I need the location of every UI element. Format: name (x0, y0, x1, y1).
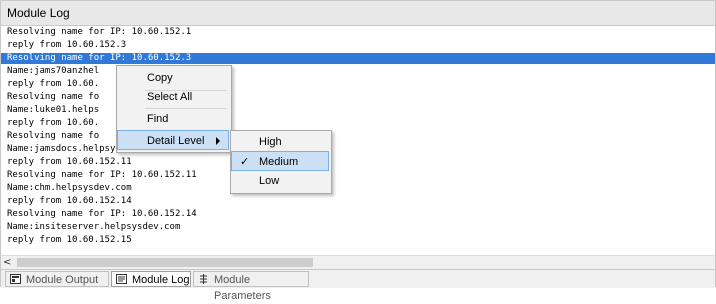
scroll-left-arrow-icon[interactable]: < (3, 256, 11, 269)
tab-module-log[interactable]: Module Log (111, 271, 191, 287)
log-line[interactable]: Name:jams70anzhel (1, 66, 715, 77)
log-line[interactable]: reply from 10.60.152.11 (1, 157, 715, 168)
menu-item-label: Low (259, 175, 280, 187)
menu-item-label: Select All (147, 91, 193, 103)
log-line[interactable]: Resolving name for IP: 10.60.152.14 (1, 209, 715, 220)
log-line[interactable]: reply from 10.60.152.3 (1, 40, 715, 51)
log-line[interactable]: Resolving name for IP: 10.60.152.1 (1, 27, 715, 38)
log-line[interactable]: Name:jamsdocs.helpsysdev.com (1, 144, 715, 155)
tab-strip: Module Output Module Log Module Paramete… (1, 269, 715, 302)
tab-label: Module Parameters (214, 274, 271, 302)
log-line[interactable]: Resolving name for IP: 10.60.152.3 (1, 53, 715, 64)
module-log-panel: Module Log Resolving name for IP: 10.60.… (0, 0, 716, 302)
submenu-arrow-icon (216, 137, 220, 145)
log-line[interactable]: reply from 10.60.152.15 (1, 235, 715, 246)
log-line[interactable]: Name:luke01.helps (1, 105, 715, 116)
tab-label: Module Output (26, 274, 99, 286)
log-area[interactable]: Resolving name for IP: 10.60.152.1 reply … (1, 26, 715, 256)
log-line[interactable]: Name:chm.helpsysdev.com (1, 183, 715, 194)
log-line[interactable]: reply from 10.60.152.14 (1, 196, 715, 207)
menu-item-label: Detail Level (147, 135, 205, 147)
log-line[interactable]: Resolving name for IP: 10.60.152.11 (1, 170, 715, 181)
log-line[interactable]: Name:insiteserver.helpsysdev.com (1, 222, 715, 233)
log-line[interactable]: reply from 10.60. (1, 79, 715, 90)
scrollbar-thumb[interactable] (17, 258, 313, 267)
menu-item-label: Find (147, 113, 169, 125)
panel-title: Module Log (7, 6, 70, 20)
panel-title-bar: Module Log (1, 1, 715, 26)
menu-item-copy[interactable]: Copy (117, 68, 231, 88)
submenu-item-medium[interactable]: ✓ Medium (231, 151, 329, 171)
menu-item-detail-level[interactable]: Detail Level (117, 130, 229, 150)
log-line[interactable]: Resolving name fo (1, 92, 715, 103)
module-parameters-icon (200, 274, 207, 284)
menu-item-find[interactable]: Find (117, 109, 231, 129)
log-line[interactable]: Resolving name fo (1, 131, 715, 142)
check-icon: ✓ (240, 156, 250, 168)
submenu-item-high[interactable]: High (231, 132, 331, 152)
tab-module-parameters[interactable]: Module Parameters (193, 271, 309, 302)
tab-label: Module Log (132, 274, 190, 286)
menu-item-label: Medium (259, 156, 299, 168)
submenu-item-low[interactable]: Low (231, 171, 331, 191)
menu-item-label: Copy (147, 72, 173, 84)
tab-module-output[interactable]: Module Output (5, 271, 109, 287)
menu-item-select-all[interactable]: Select All (117, 87, 231, 107)
menu-item-label: High (259, 136, 282, 148)
context-menu: Copy Select All Find Detail Level (116, 65, 232, 153)
module-log-icon (116, 274, 127, 284)
module-output-icon (10, 274, 21, 284)
detail-level-submenu: High ✓ Medium Low (230, 130, 332, 194)
log-line[interactable]: reply from 10.60. (1, 118, 715, 129)
horizontal-scrollbar[interactable]: < (1, 255, 715, 269)
